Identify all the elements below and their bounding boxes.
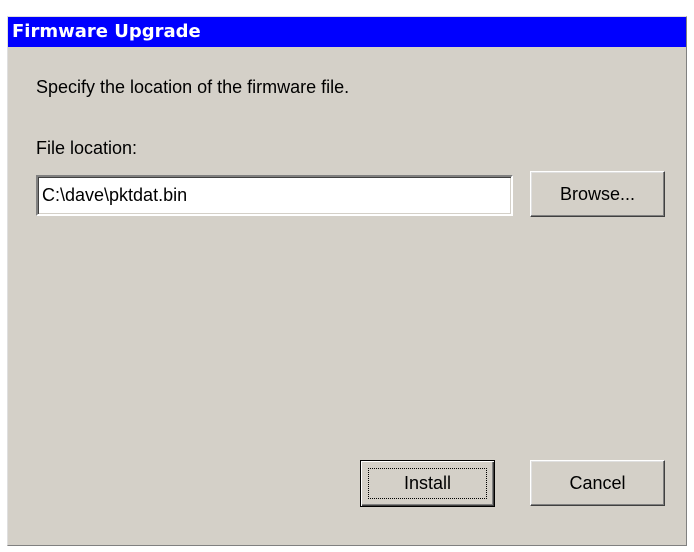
file-location-input[interactable]: C:\dave\pktdat.bin <box>36 175 513 216</box>
install-button[interactable]: Install <box>360 460 495 507</box>
browse-button[interactable]: Browse... <box>530 171 665 217</box>
file-location-label: File location: <box>36 138 138 158</box>
install-button-label: Install <box>403 473 452 493</box>
cancel-button[interactable]: Cancel <box>530 460 665 506</box>
instruction-text: Specify the location of the firmware fil… <box>36 77 350 97</box>
dialog-title: Firmware Upgrade <box>8 17 686 47</box>
firmware-upgrade-dialog: Firmware Upgrade Specify the location of… <box>7 16 687 546</box>
